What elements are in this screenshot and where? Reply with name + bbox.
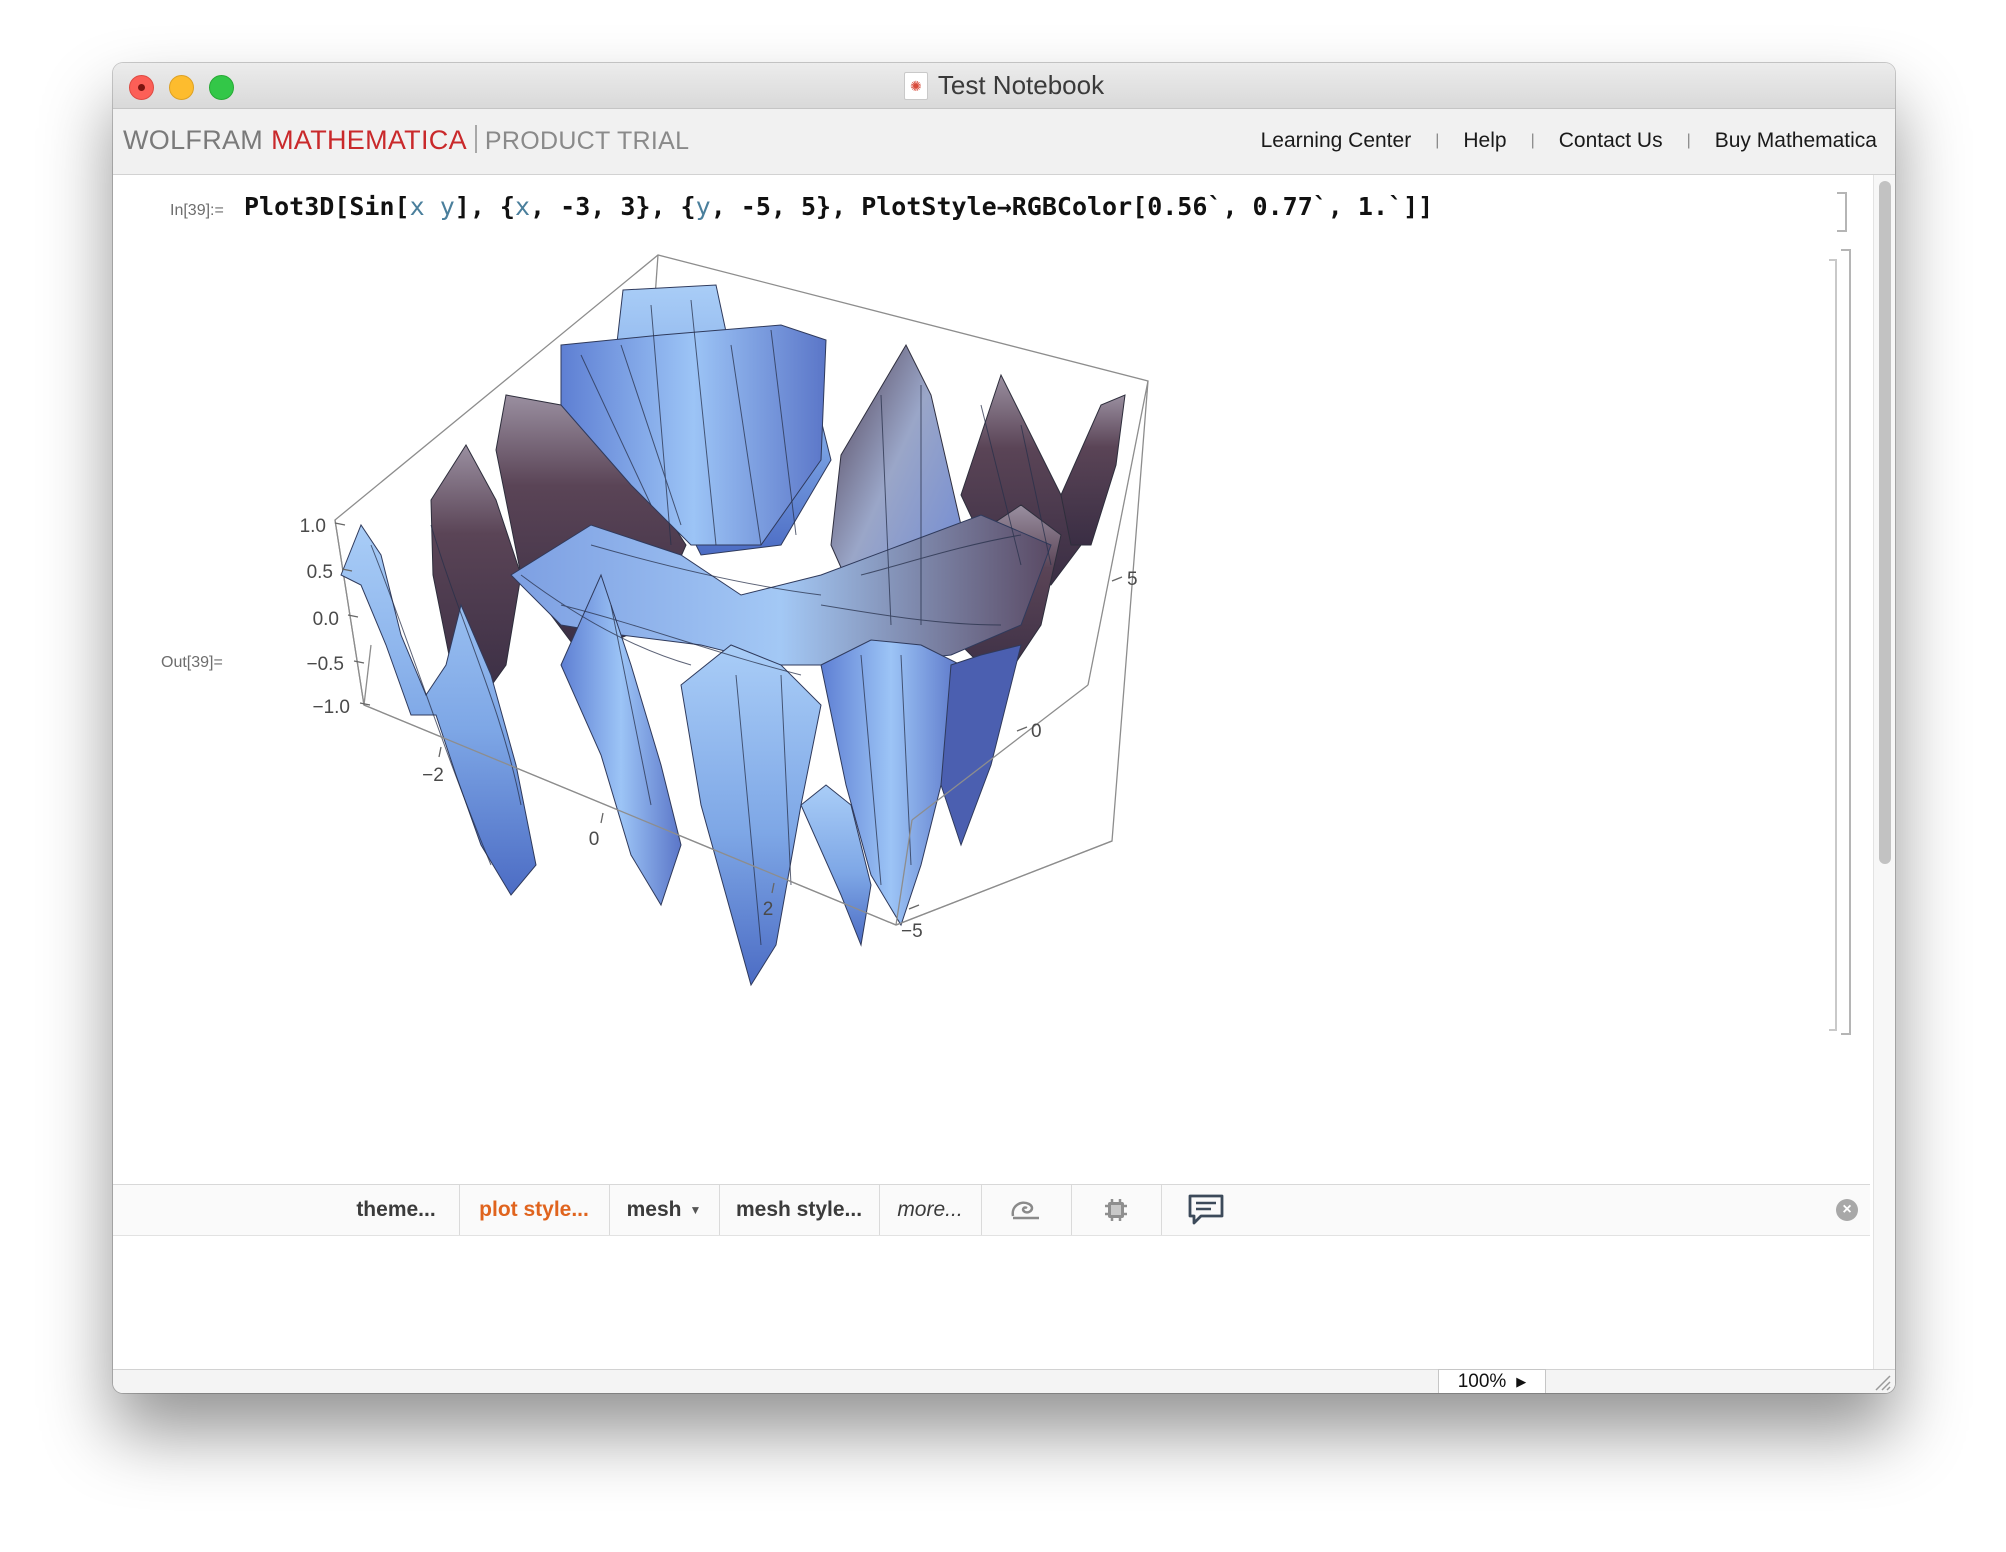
more-button[interactable]: more... (879, 1185, 982, 1235)
y-tick-label: 5 (1127, 569, 1138, 590)
cell-group-bracket[interactable] (1841, 249, 1851, 1035)
wolfram-mathematica-logo: WOLFRAM MATHEMATICA PRODUCT TRIAL (123, 125, 689, 156)
plot3d-graphic[interactable]: 1.0 0.5 0.0 −0.5 −1.0 −2 0 2 5 0 −5 (261, 245, 1451, 1185)
mesh-label: mesh (626, 1198, 682, 1221)
y-tick-label: −5 (901, 921, 923, 942)
z-tick-label: 0.0 (313, 609, 339, 630)
suggestions-bar: theme... plot style... mesh ▼ mesh style.… (113, 1184, 1870, 1236)
chat-bubble-icon-button[interactable] (1161, 1185, 1251, 1235)
triangle-down-icon: ▼ (689, 1203, 702, 1217)
spiral-icon-button[interactable] (981, 1185, 1072, 1235)
theme-button[interactable]: theme... (333, 1185, 460, 1235)
close-circle-icon[interactable]: × (1836, 1199, 1858, 1221)
output-cell-bracket[interactable] (1829, 259, 1837, 1031)
y-tick-label: 0 (1031, 721, 1042, 742)
input-cell-label: In[39]:= (170, 202, 224, 219)
plot-style-label: plot style... (479, 1198, 589, 1221)
input-cell-bracket[interactable] (1837, 192, 1847, 232)
mesh-style-button[interactable]: mesh style... (719, 1185, 880, 1235)
learning-center-link[interactable]: Learning Center (1261, 129, 1412, 153)
spiral-icon (1011, 1201, 1039, 1220)
output-cell-label: Out[39]= (161, 654, 223, 671)
z-tick-label: −0.5 (306, 654, 344, 675)
resize-grip-icon[interactable] (1873, 1373, 1891, 1391)
z-tick-label: 0.5 (307, 562, 333, 583)
x-tick-label: −2 (422, 765, 444, 786)
code-var-y: y (695, 192, 711, 221)
code-var-y: y (439, 192, 455, 221)
zoom-menu-arrow-icon: ▶ (1516, 1374, 1527, 1389)
brand-wolfram: WOLFRAM (123, 125, 264, 155)
input-cell-code[interactable]: Plot3D[Sin[x y], {x, -3, 3}, {y, -5, 5},… (244, 192, 1433, 221)
chip-icon (1105, 1199, 1127, 1221)
more-label: more... (897, 1198, 963, 1221)
scrollbar-thumb[interactable] (1879, 181, 1891, 864)
code-token: ], { (454, 192, 515, 221)
theme-label: theme... (356, 1198, 436, 1221)
code-token: , -5, 5}, PlotStyle (710, 192, 997, 221)
contact-us-link[interactable]: Contact Us (1559, 129, 1663, 153)
mathematica-notebook-icon: ✺ (903, 71, 928, 100)
window-title-group: ✺ Test Notebook (113, 63, 1895, 108)
z-axis-labels: 1.0 0.5 0.0 −0.5 −1.0 (300, 516, 350, 718)
code-rule-arrow: → (996, 192, 1012, 221)
chat-bubble-icon (1188, 1194, 1224, 1225)
code-var-x: x (514, 192, 531, 221)
x-tick-label: 0 (589, 829, 600, 850)
link-separator: | (1686, 132, 1691, 149)
x-tick-label: 2 (763, 899, 774, 920)
vertical-scrollbar[interactable] (1873, 175, 1895, 1369)
brand-mathematica: MATHEMATICA (271, 125, 467, 155)
brand-divider (474, 125, 477, 153)
wolfram-brand-bar: WOLFRAM MATHEMATICA PRODUCT TRIAL Learning… (113, 109, 1895, 175)
buy-mathematica-link[interactable]: Buy Mathematica (1715, 129, 1877, 153)
zoom-control[interactable]: 100% ▶ (1438, 1369, 1546, 1393)
code-token: RGBColor[0.56`, 0.77`, 1.`]] (1011, 192, 1434, 221)
mesh-dropdown[interactable]: mesh ▼ (609, 1185, 720, 1235)
window-title: Test Notebook (937, 70, 1105, 100)
code-token: Plot3D[Sin[ (244, 192, 410, 221)
mesh-style-label: mesh style... (735, 1198, 863, 1221)
plot-style-button[interactable]: plot style... (459, 1185, 610, 1235)
wave-front-right-1 (680, 644, 822, 987)
z-tick-label: 1.0 (300, 516, 326, 537)
z-tick-label: −1.0 (312, 697, 350, 718)
brand-product-trial: PRODUCT TRIAL (484, 127, 690, 155)
link-separator: | (1530, 132, 1535, 149)
status-bar: 100% ▶ (113, 1369, 1895, 1393)
link-separator: | (1435, 132, 1440, 149)
brand-links: Learning Center | Help | Contact Us | Bu… (1261, 129, 1877, 153)
chip-icon-button[interactable] (1071, 1185, 1162, 1235)
title-bar[interactable]: ✺ Test Notebook (113, 63, 1895, 109)
notebook-window: ✺ Test Notebook WOLFRAM MATHEMATICA PRODUC… (113, 63, 1895, 1393)
ridge-edge-right (1060, 394, 1126, 546)
code-var-x: x (409, 192, 425, 221)
help-link[interactable]: Help (1463, 129, 1506, 153)
zoom-value: 100% (1457, 1371, 1507, 1392)
code-token: , -3, 3}, { (530, 192, 696, 221)
